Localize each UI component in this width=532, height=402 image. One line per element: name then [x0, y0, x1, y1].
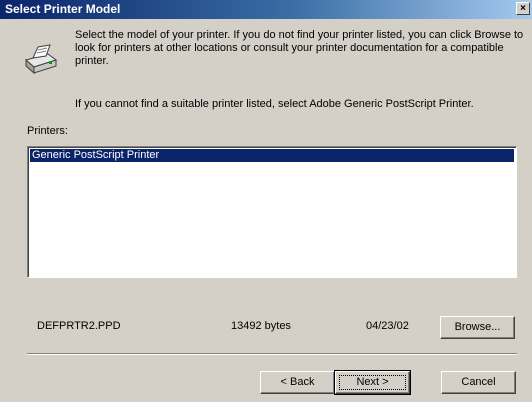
generic-printer-hint: If you cannot find a suitable printer li…: [75, 98, 474, 110]
close-button[interactable]: ×: [516, 2, 530, 15]
close-icon: ×: [520, 3, 526, 14]
cancel-button[interactable]: Cancel: [441, 371, 516, 394]
printers-listbox[interactable]: Generic PostScript Printer: [27, 146, 517, 278]
list-item-generic-postscript-printer[interactable]: Generic PostScript Printer: [30, 149, 514, 162]
printers-label: Printers:: [27, 125, 68, 137]
separator: [27, 353, 517, 355]
window-title: Select Printer Model: [5, 2, 121, 16]
title-bar: Select Printer Model ×: [0, 0, 532, 19]
browse-button[interactable]: Browse...: [440, 316, 515, 339]
instructions-text: Select the model of your printer. If you…: [75, 29, 524, 67]
next-button[interactable]: Next >: [334, 370, 411, 395]
ppd-file-name: DEFPRTR2.PPD: [37, 320, 121, 332]
ppd-file-size: 13492 bytes: [231, 320, 291, 332]
back-button[interactable]: < Back: [260, 371, 335, 394]
ppd-file-date: 04/23/02: [366, 320, 409, 332]
printer-icon: [24, 44, 58, 75]
focus-rect: [339, 375, 406, 390]
